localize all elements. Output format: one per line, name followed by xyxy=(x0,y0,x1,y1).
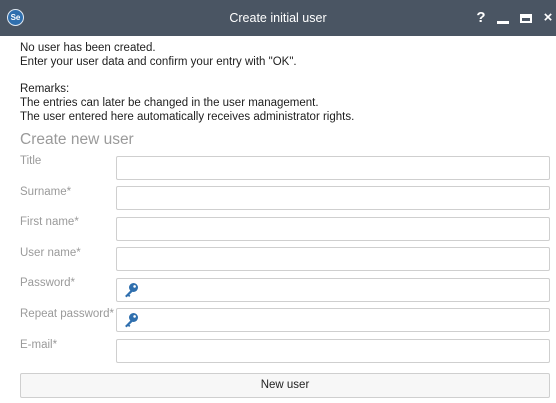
title-bar: Se Create initial user ? × xyxy=(0,0,556,36)
maximize-button[interactable] xyxy=(519,9,533,27)
remarks-line-2: The user entered here automatically rece… xyxy=(20,111,355,123)
first-name-label: First name* xyxy=(20,216,79,228)
surname-field[interactable] xyxy=(116,186,550,210)
surname-label: Surname* xyxy=(20,186,72,198)
remarks-heading: Remarks: xyxy=(20,83,70,95)
password-label: Password* xyxy=(20,277,75,289)
key-icon xyxy=(125,283,138,298)
title-label: Title xyxy=(20,155,42,167)
close-button[interactable]: × xyxy=(541,9,555,27)
window-title: Create initial user xyxy=(229,11,327,25)
intro-line-1: No user has been created. xyxy=(20,42,156,54)
user-name-label: User name* xyxy=(20,247,81,259)
password-field[interactable] xyxy=(116,278,550,302)
minimize-button[interactable] xyxy=(496,9,510,27)
title-field[interactable] xyxy=(116,156,550,180)
intro-line-2: Enter your user data and confirm your en… xyxy=(20,56,297,68)
minimize-icon xyxy=(497,21,509,24)
title-input[interactable] xyxy=(123,159,543,177)
first-name-field[interactable] xyxy=(116,217,550,241)
user-name-input[interactable] xyxy=(123,250,543,268)
key-icon xyxy=(125,313,138,328)
user-name-field[interactable] xyxy=(116,247,550,271)
email-label: E-mail* xyxy=(20,339,58,351)
new-user-button[interactable]: New user xyxy=(20,373,550,398)
maximize-icon xyxy=(520,14,532,23)
email-field[interactable] xyxy=(116,339,550,363)
repeat-password-input[interactable] xyxy=(147,311,543,329)
repeat-password-label: Repeat password* xyxy=(20,308,114,320)
email-input[interactable] xyxy=(123,342,543,360)
remarks-line-1: The entries can later be changed in the … xyxy=(20,97,319,109)
password-input[interactable] xyxy=(147,281,543,299)
help-button[interactable]: ? xyxy=(475,9,487,27)
section-title: Create new user xyxy=(20,131,134,148)
surname-input[interactable] xyxy=(123,189,543,207)
first-name-input[interactable] xyxy=(123,220,543,238)
repeat-password-field[interactable] xyxy=(116,308,550,332)
